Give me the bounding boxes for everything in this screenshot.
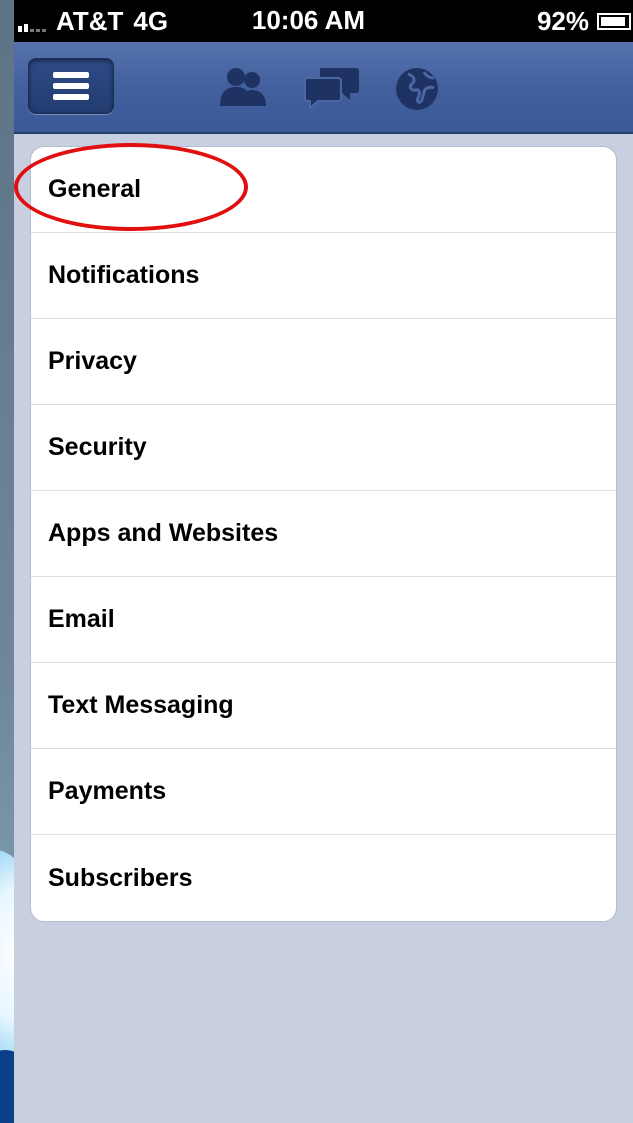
settings-item-label: Text Messaging	[48, 691, 234, 719]
phone-screen: AT&T 4G 10:06 AM 92% General Notificatio…	[14, 0, 633, 1123]
settings-item-security[interactable]: Security	[31, 405, 616, 491]
status-right: 92%	[537, 6, 631, 37]
messages-icon[interactable]	[304, 66, 360, 110]
status-bar: AT&T 4G 10:06 AM 92%	[14, 0, 633, 42]
nav-bar	[14, 42, 633, 134]
settings-item-text-messaging[interactable]: Text Messaging	[31, 663, 616, 749]
settings-item-email[interactable]: Email	[31, 577, 616, 663]
settings-item-label: Security	[48, 433, 147, 461]
settings-item-label: Email	[48, 605, 115, 633]
battery-fill	[601, 17, 625, 26]
settings-item-privacy[interactable]: Privacy	[31, 319, 616, 405]
settings-item-label: Payments	[48, 777, 167, 805]
settings-item-apps-and-websites[interactable]: Apps and Websites	[31, 491, 616, 577]
notifications-globe-icon[interactable]	[394, 66, 440, 112]
settings-item-label: General	[48, 175, 142, 203]
settings-item-label: Notifications	[48, 261, 200, 289]
settings-item-label: Subscribers	[48, 863, 193, 892]
settings-item-label: Privacy	[48, 347, 137, 375]
settings-item-notifications[interactable]: Notifications	[31, 233, 616, 319]
settings-item-payments[interactable]: Payments	[31, 749, 616, 835]
friends-icon[interactable]	[214, 66, 270, 108]
settings-item-subscribers[interactable]: Subscribers	[31, 835, 616, 921]
menu-button[interactable]	[28, 58, 114, 114]
settings-item-label: Apps and Websites	[48, 519, 279, 547]
settings-item-general[interactable]: General	[31, 147, 616, 233]
battery-icon	[597, 13, 631, 30]
battery-percent: 92%	[536, 6, 589, 36]
settings-list: General Notifications Privacy Security A…	[30, 146, 617, 922]
